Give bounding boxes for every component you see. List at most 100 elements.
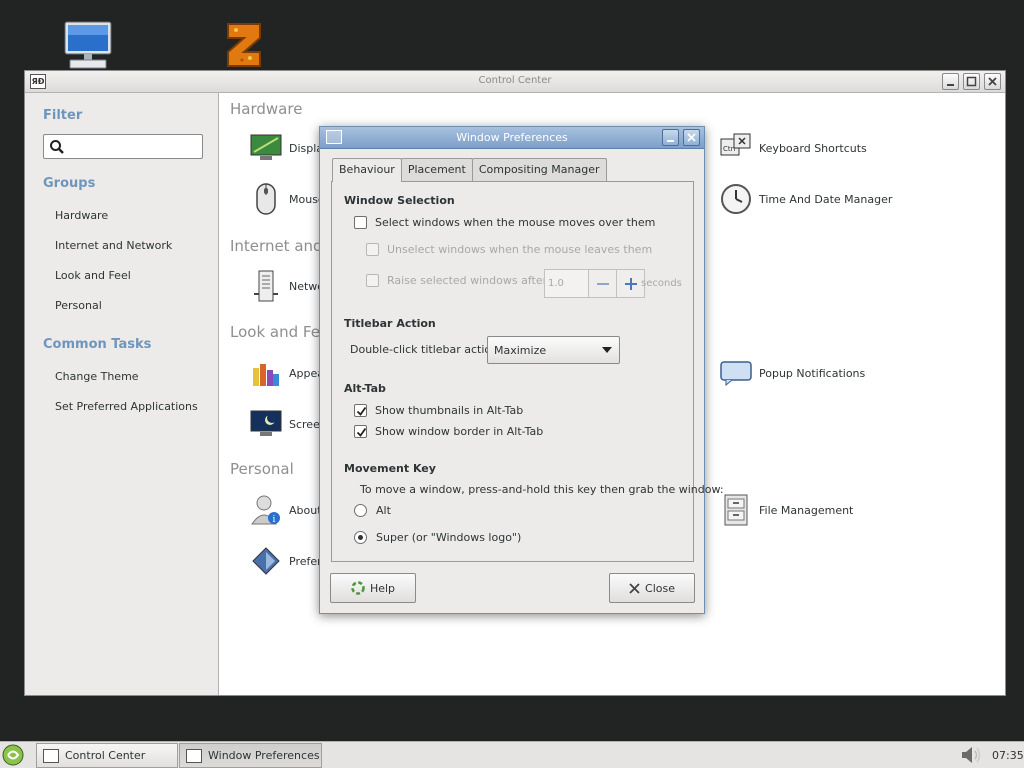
unselect-on-leave-checkbox [366, 243, 379, 256]
minimize-icon [947, 84, 954, 86]
appearance-icon [249, 356, 283, 390]
sidebar-item-hardware[interactable]: Hardware [55, 209, 108, 222]
group-title-look-and-feel: Look and Fee [230, 323, 330, 341]
thumbnails-row[interactable]: Show thumbnails in Alt-Tab [354, 404, 523, 417]
raise-after-label: Raise selected windows after [387, 274, 548, 287]
dialog-titlebar[interactable]: Window Preferences [320, 127, 704, 149]
item-about-me[interactable]: i About [249, 493, 322, 527]
decrement-button [588, 269, 617, 298]
task-change-theme[interactable]: Change Theme [55, 370, 139, 383]
maximize-icon [966, 76, 977, 87]
item-file-management[interactable]: File Management [719, 493, 853, 527]
preferred-applications-icon [249, 544, 283, 578]
super-option-row[interactable]: Super (or "Windows logo") [354, 531, 521, 544]
sidebar: Filter Groups Hardware Internet and Netw… [25, 93, 218, 695]
minimize-icon [667, 140, 674, 142]
tab-bar: Behaviour Placement Compositing Manager [332, 158, 607, 182]
close-window-button[interactable] [984, 73, 1001, 90]
main-menu-button[interactable] [2, 744, 24, 766]
unselect-on-leave-row: Unselect windows when the mouse leaves t… [366, 243, 652, 256]
double-click-label: Double-click titlebar action: [350, 343, 502, 356]
file-cabinet-icon [719, 493, 753, 527]
tab-placement[interactable]: Placement [400, 158, 473, 181]
alt-radio[interactable] [354, 504, 367, 517]
window-icon [186, 748, 202, 763]
titlebar-action-dropdown[interactable]: Maximize [487, 336, 620, 364]
clock-icon [719, 182, 753, 216]
dialog-close-button[interactable] [683, 129, 700, 146]
item-network[interactable]: Netwo [249, 269, 324, 303]
search-icon [50, 140, 64, 154]
sidebar-item-personal[interactable]: Personal [55, 299, 102, 312]
checkmark-icon [356, 427, 367, 437]
control-center-titlebar[interactable]: ЯĐ Control Center [25, 71, 1005, 93]
behaviour-panel: Window Selection Select windows when the… [331, 181, 724, 562]
minimize-button[interactable] [942, 73, 959, 90]
tab-behaviour[interactable]: Behaviour [332, 158, 402, 182]
groups-heading: Groups [43, 176, 96, 191]
raise-after-row: Raise selected windows after [366, 274, 547, 287]
select-on-hover-label: Select windows when the mouse moves over… [375, 216, 656, 229]
dialog-minimize-button[interactable] [662, 129, 679, 146]
control-center-icon [43, 748, 59, 763]
raise-delay-value: 1.0 [544, 269, 589, 298]
select-on-hover-checkbox[interactable] [354, 216, 367, 229]
item-display[interactable]: Displa [249, 131, 323, 165]
alt-label: Alt [376, 504, 391, 517]
game-icon[interactable] [222, 20, 266, 70]
task-window-preferences[interactable]: Window Preferences [179, 743, 322, 768]
clock[interactable]: 07:35 [992, 749, 1024, 762]
taskbar: Control Center Window Preferences 07:35 [0, 741, 1024, 768]
seconds-label: seconds [641, 278, 682, 289]
close-button[interactable]: Close [609, 573, 695, 603]
movement-key-description: To move a window, press-and-hold this ke… [360, 483, 724, 496]
window-border-row[interactable]: Show window border in Alt-Tab [354, 425, 543, 438]
task-control-center[interactable]: Control Center [36, 743, 178, 768]
notification-icon [719, 356, 753, 390]
maximize-button[interactable] [963, 73, 980, 90]
about-me-icon: i [249, 493, 283, 527]
super-label: Super (or "Windows logo") [376, 531, 522, 544]
item-mouse[interactable]: Mouse [249, 182, 325, 216]
unselect-on-leave-label: Unselect windows when the mouse leaves t… [387, 243, 653, 256]
keyboard-shortcuts-icon: Ctrl [719, 131, 753, 165]
window-border-label: Show window border in Alt-Tab [375, 425, 544, 438]
item-popup-notifications[interactable]: Popup Notifications [719, 356, 865, 390]
super-radio[interactable] [354, 531, 367, 544]
search-field[interactable] [43, 134, 203, 159]
group-title-personal: Personal [230, 460, 294, 478]
sidebar-item-look-and-feel[interactable]: Look and Feel [55, 269, 131, 282]
item-preferred-applications[interactable]: Prefer [249, 544, 322, 578]
checkmark-icon [356, 406, 367, 416]
minus-icon [597, 283, 609, 285]
computer-icon[interactable] [62, 20, 114, 70]
task-set-preferred-applications[interactable]: Set Preferred Applications [55, 400, 198, 413]
thumbnails-checkbox[interactable] [354, 404, 367, 417]
group-title-hardware: Hardware [230, 100, 303, 118]
window-border-checkbox[interactable] [354, 425, 367, 438]
titlebar-action-heading: Titlebar Action [344, 317, 436, 330]
movement-key-heading: Movement Key [344, 462, 436, 475]
chevron-down-icon [602, 347, 612, 353]
window-title: Control Center [478, 75, 552, 86]
search-input[interactable] [70, 138, 198, 155]
item-appearance[interactable]: Appea [249, 356, 324, 390]
sidebar-item-internet-and-network[interactable]: Internet and Network [55, 239, 172, 252]
item-time-and-date[interactable]: Time And Date Manager [719, 182, 892, 216]
display-icon [249, 131, 283, 165]
filter-heading: Filter [43, 108, 83, 123]
item-screensaver[interactable]: Screen [249, 407, 327, 441]
item-keyboard-shortcuts[interactable]: Ctrl Keyboard Shortcuts [719, 131, 867, 165]
dialog-title: Window Preferences [456, 131, 568, 144]
network-icon [249, 269, 283, 303]
thumbnails-label: Show thumbnails in Alt-Tab [375, 404, 524, 417]
screensaver-icon [249, 407, 283, 441]
common-tasks-heading: Common Tasks [43, 337, 152, 352]
tab-compositing-manager[interactable]: Compositing Manager [471, 158, 607, 181]
alt-option-row[interactable]: Alt [354, 504, 391, 517]
window-preferences-dialog: Window Preferences Behaviour Placement C… [319, 126, 724, 614]
select-on-hover-row[interactable]: Select windows when the mouse moves over… [354, 216, 655, 229]
volume-icon[interactable] [960, 745, 982, 768]
help-button[interactable]: Help [330, 573, 416, 603]
titlebar-action-value: Maximize [494, 344, 547, 357]
